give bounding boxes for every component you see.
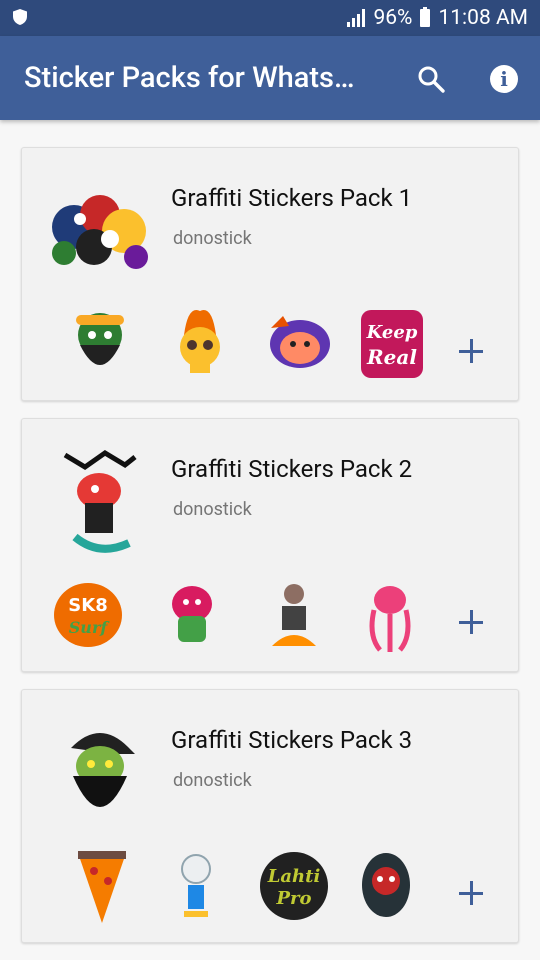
- info-icon: i: [490, 65, 518, 93]
- sticker-bearded-head-headphones: [60, 304, 140, 384]
- app-bar: Sticker Packs for Whats… i: [0, 36, 540, 120]
- sticker-pack-card-3[interactable]: Graffiti Stickers Pack 3 donostick Lahti…: [21, 689, 519, 943]
- svg-text:Keep: Keep: [366, 322, 418, 343]
- sticker-lahti-pro-lettering: Lahti Pro: [254, 846, 334, 926]
- sticker-preview-row: SK8 Surf: [40, 575, 500, 659]
- sticker-breakdancer: [254, 575, 334, 655]
- search-icon: [418, 66, 445, 93]
- pack-author: donostick: [173, 228, 252, 249]
- add-to-whatsapp-button[interactable]: [456, 607, 486, 637]
- sticker-pink-monster: [152, 575, 232, 655]
- status-bar: 96% 11:08 AM: [0, 0, 540, 36]
- sticker-purple-monkey-head: [260, 304, 340, 384]
- sticker-pack-card-2[interactable]: Graffiti Stickers Pack 2 donostick SK8 S…: [21, 418, 519, 672]
- battery-percent: 96%: [373, 6, 413, 30]
- sticker-flaming-skull: [160, 304, 240, 384]
- pack-name: Graffiti Stickers Pack 3: [171, 726, 413, 754]
- clock: 11:08 AM: [438, 6, 528, 30]
- sticker-sk8-or-surf-lettering: SK8 Surf: [48, 575, 128, 655]
- sticker-preview-row: Keep Real: [40, 304, 500, 388]
- battery-icon: [420, 7, 431, 27]
- info-button[interactable]: i: [483, 58, 525, 100]
- sticker-pink-octopus-tag: [350, 575, 430, 655]
- search-button[interactable]: [410, 58, 452, 100]
- signal-icon: [347, 9, 366, 27]
- svg-text:Lahti: Lahti: [267, 866, 321, 887]
- tray-icon-graffiti-collage: [44, 176, 156, 288]
- sticker-preview-row: Lahti Pro: [40, 846, 500, 930]
- pack-name: Graffiti Stickers Pack 2: [171, 455, 413, 483]
- pack-name: Graffiti Stickers Pack 1: [171, 184, 413, 212]
- svg-text:Pro: Pro: [275, 888, 311, 909]
- sticker-pack-card-1[interactable]: Graffiti Stickers Pack 1 donostick Keep …: [21, 147, 519, 401]
- pack-author: donostick: [173, 770, 252, 791]
- tray-icon-graffiti-character-tag: [44, 447, 156, 559]
- shield-icon: [12, 8, 28, 30]
- svg-text:Surf: Surf: [69, 618, 111, 637]
- add-to-whatsapp-button[interactable]: [456, 878, 486, 908]
- sticker-pizza-slice-monster: [62, 846, 142, 926]
- sticker-keep-it-real-lettering: Keep Real: [352, 304, 432, 384]
- tray-icon-zombie-beard-cap: [44, 718, 156, 830]
- pack-author: donostick: [173, 499, 252, 520]
- sticker-skeleton-boombox: [156, 846, 236, 926]
- sticker-red-graffiti-face: [346, 846, 426, 926]
- svg-text:SK8: SK8: [68, 595, 107, 616]
- add-to-whatsapp-button[interactable]: [456, 336, 486, 366]
- app-title: Sticker Packs for Whats…: [24, 61, 355, 95]
- svg-text:Real: Real: [366, 345, 417, 369]
